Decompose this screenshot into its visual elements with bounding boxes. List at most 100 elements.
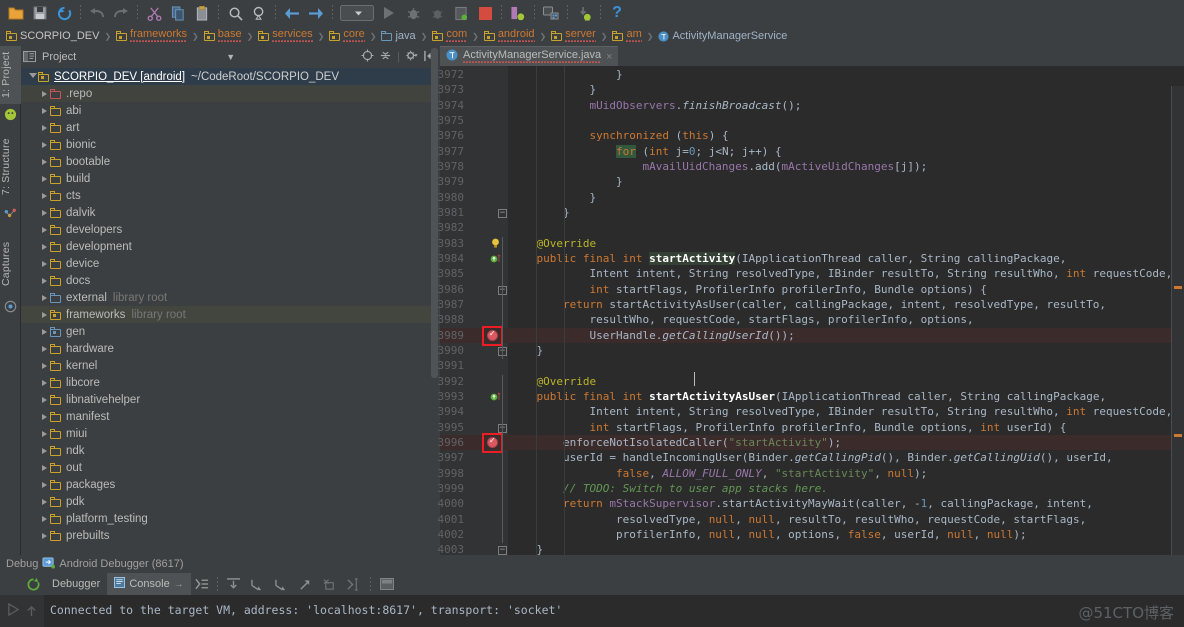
replace-icon[interactable] (248, 2, 270, 24)
tree-item-device[interactable]: device (21, 255, 440, 272)
project-tree[interactable]: SCORPIO_DEV [android] ~/CodeRoot/SCORPIO_… (21, 68, 440, 555)
expand-toggle-icon[interactable] (27, 72, 38, 81)
step-out-icon[interactable] (294, 578, 318, 591)
tree-item-ndk[interactable]: ndk (21, 442, 440, 459)
sdk-manager-icon[interactable] (573, 2, 595, 24)
console-output-panel[interactable]: Connected to the target VM, address: 'lo… (0, 595, 1184, 627)
run-with-coverage-icon[interactable] (450, 2, 472, 24)
expand-toggle-icon[interactable] (39, 532, 50, 539)
intention-bulb-icon[interactable] (491, 238, 500, 249)
find-icon[interactable] (224, 2, 246, 24)
expand-toggle-icon[interactable] (39, 107, 50, 114)
tree-item-packages[interactable]: packages (21, 476, 440, 493)
tree-item-external[interactable]: external library root (21, 289, 440, 306)
breadcrumb-item[interactable]: frameworks ❯ (113, 26, 201, 46)
drop-frame-icon[interactable] (318, 578, 342, 591)
step-over-icon[interactable] (222, 577, 246, 591)
expand-toggle-icon[interactable] (39, 158, 50, 165)
run-configuration-dropdown[interactable] (338, 2, 376, 24)
console-run-icon[interactable] (7, 602, 20, 621)
expand-toggle-icon[interactable] (39, 192, 50, 199)
expand-toggle-icon[interactable] (39, 209, 50, 216)
tree-item-development[interactable]: development (21, 238, 440, 255)
breadcrumb-item[interactable]: base ❯ (201, 26, 256, 46)
target-scroll-from-source-icon[interactable] (361, 49, 374, 65)
expand-toggle-icon[interactable] (39, 328, 50, 335)
tree-item-out[interactable]: out (21, 459, 440, 476)
tree-item-miui[interactable]: miui (21, 425, 440, 442)
forward-icon[interactable] (305, 2, 327, 24)
expand-toggle-icon[interactable] (39, 141, 50, 148)
sidebar-item-project[interactable]: 1: Project (0, 46, 21, 104)
avd-manager-icon[interactable] (540, 2, 562, 24)
tab-debugger[interactable]: Debugger (45, 573, 107, 595)
code-fold-toggle[interactable]: − (498, 546, 507, 556)
expand-toggle-icon[interactable] (39, 362, 50, 369)
debug-icon[interactable] (402, 2, 424, 24)
tree-item-frameworks[interactable]: frameworks library root (21, 306, 440, 323)
evaluate-expression-icon[interactable] (375, 578, 399, 590)
settings-gear-icon[interactable] (405, 49, 419, 65)
run-to-cursor-icon[interactable] (342, 577, 366, 591)
breadcrumb-item[interactable]: services ❯ (255, 26, 326, 46)
tree-item-pdk[interactable]: pdk (21, 493, 440, 510)
tree-item-platformtesting[interactable]: platform_testing (21, 510, 440, 527)
force-step-into-icon[interactable] (270, 578, 294, 591)
expand-toggle-icon[interactable] (39, 90, 50, 97)
open-folder-icon[interactable] (5, 2, 27, 24)
chevron-down-icon[interactable]: ▼ (226, 52, 235, 62)
save-all-icon[interactable] (29, 2, 51, 24)
sync-gradle-icon[interactable] (507, 2, 529, 24)
expand-toggle-icon[interactable] (39, 515, 50, 522)
tree-item-prebuilts[interactable]: prebuilts (21, 527, 440, 544)
expand-toggle-icon[interactable] (39, 447, 50, 454)
expand-toggle-icon[interactable] (39, 243, 50, 250)
copy-icon[interactable] (167, 2, 189, 24)
back-icon[interactable] (281, 2, 303, 24)
tree-item-libcore[interactable]: libcore (21, 374, 440, 391)
editor-gutter[interactable]: 3972 3973 3974 3975 3976 3977 3978 3979 3980 3981… (438, 66, 508, 620)
tab-console[interactable]: Console → (107, 573, 191, 595)
tree-item-hardware[interactable]: hardware (21, 340, 440, 357)
rerun-icon[interactable] (21, 577, 45, 592)
tree-item-abi[interactable]: abi (21, 102, 440, 119)
tree-item-dalvik[interactable]: dalvik (21, 204, 440, 221)
tree-item-art[interactable]: art (21, 119, 440, 136)
tree-item-libnativehelper[interactable]: libnativehelper (21, 391, 440, 408)
code-text[interactable]: } } mUidObservers.finishBroadcast(); syn… (508, 66, 1184, 618)
code-editor[interactable]: 3972 3973 3974 3975 3976 3977 3978 3979 3980 3981… (438, 66, 1184, 620)
tree-item-manifest[interactable]: manifest (21, 408, 440, 425)
override-method-icon[interactable] (490, 391, 502, 402)
sidebar-item-captures[interactable]: Captures (0, 232, 21, 296)
expand-toggle-icon[interactable] (39, 430, 50, 437)
marker-warning[interactable] (1174, 434, 1182, 437)
redo-icon[interactable] (110, 2, 132, 24)
override-method-icon[interactable] (490, 253, 502, 264)
breadcrumb-item[interactable]: java ❯ (378, 26, 429, 46)
undo-icon[interactable] (86, 2, 108, 24)
expand-toggle-icon[interactable] (39, 379, 50, 386)
marker-warning[interactable] (1174, 286, 1182, 289)
tree-item-bionic[interactable]: bionic (21, 136, 440, 153)
breadcrumb-item[interactable]: com ❯ (429, 26, 480, 46)
breadcrumb-item[interactable]: SCORPIO_DEV ❯ (3, 26, 113, 46)
expand-toggle-icon[interactable] (39, 277, 50, 284)
help-icon[interactable]: ? (606, 2, 628, 24)
show-execution-point-icon[interactable] (191, 578, 213, 590)
console-scroll-up-icon[interactable] (26, 604, 37, 622)
tree-item-gen[interactable]: gen (21, 323, 440, 340)
sidebar-item-structure[interactable]: 7: Structure (0, 130, 21, 204)
tree-item-build[interactable]: build (21, 170, 440, 187)
expand-toggle-icon[interactable] (39, 481, 50, 488)
code-fold-toggle[interactable]: − (498, 208, 507, 218)
tree-item-docs[interactable]: docs (21, 272, 440, 289)
expand-toggle-icon[interactable] (39, 311, 50, 318)
expand-toggle-icon[interactable] (39, 260, 50, 267)
editor-marker-bar[interactable] (1172, 86, 1184, 575)
tree-item-kernel[interactable]: kernel (21, 357, 440, 374)
sync-refresh-icon[interactable] (53, 2, 75, 24)
expand-toggle-icon[interactable] (39, 175, 50, 182)
tab-activitymanagerservice[interactable]: ActivityManagerService.java × (440, 46, 618, 66)
tree-item-bootable[interactable]: bootable (21, 153, 440, 170)
expand-toggle-icon[interactable] (39, 464, 50, 471)
